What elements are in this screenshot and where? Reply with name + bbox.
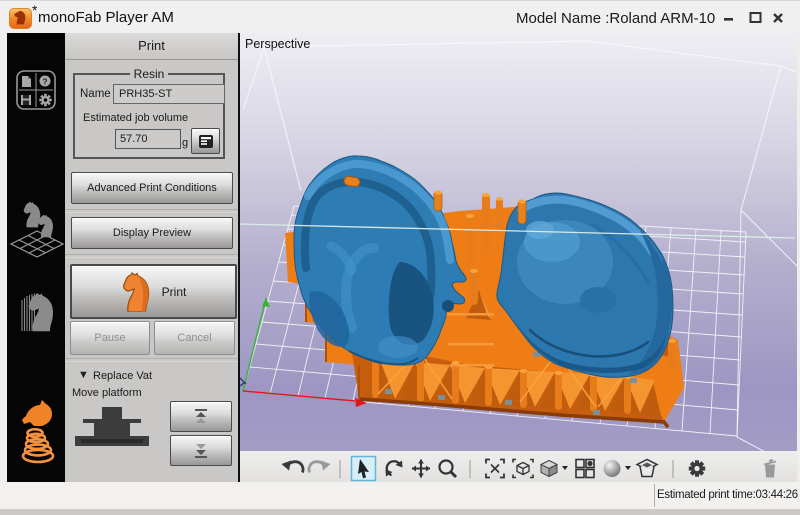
svg-text:Perspective: Perspective xyxy=(245,37,310,51)
svg-text:?: ? xyxy=(42,77,47,87)
